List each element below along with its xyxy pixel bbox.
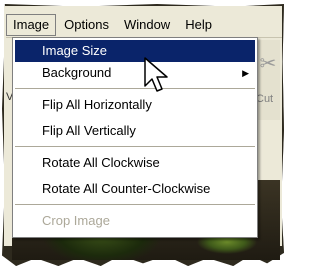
menu-item-image-size[interactable]: Image Size (15, 40, 255, 62)
menu-item-background[interactable]: Background ▶ (15, 62, 255, 84)
menu-item-rotate-clockwise[interactable]: Rotate All Clockwise (15, 152, 255, 174)
menu-item-label: Crop Image (42, 213, 110, 228)
menu-item-label: Rotate All Counter-Clockwise (42, 181, 211, 196)
scissors-icon[interactable]: ✂ (258, 52, 278, 76)
menu-item-label: Rotate All Clockwise (42, 155, 160, 170)
menu-options[interactable]: Options (57, 14, 116, 36)
menu-item-crop-image: Crop Image (15, 210, 255, 232)
menu-item-label: Background (42, 65, 112, 80)
menu-item-label: Flip All Horizontally (42, 97, 152, 112)
menu-window[interactable]: Window (117, 14, 177, 36)
menu-separator (15, 204, 255, 205)
menu-image[interactable]: Image (6, 14, 57, 36)
menu-bar: Image Options Window Help (6, 13, 282, 38)
menu-separator (15, 88, 255, 89)
screenshot-root: ✂ Cut V Image Options Window Help Image … (0, 0, 294, 271)
menu-item-label: Flip All Vertically (42, 123, 136, 138)
mouse-pointer-icon (144, 57, 168, 92)
menu-item-flip-vertical[interactable]: Flip All Vertically (15, 120, 255, 142)
menu-item-rotate-counter-clockwise[interactable]: Rotate All Counter-Clockwise (15, 178, 255, 200)
image-menu-dropdown: Image Size Background ▶ Flip All Horizon… (12, 37, 258, 238)
submenu-arrow-icon: ▶ (242, 68, 249, 78)
menu-separator (15, 146, 255, 147)
menu-item-flip-horizontal[interactable]: Flip All Horizontally (15, 94, 255, 116)
menu-item-label: Image Size (42, 43, 108, 58)
menu-help[interactable]: Help (178, 14, 219, 36)
cut-label: Cut (256, 93, 274, 105)
